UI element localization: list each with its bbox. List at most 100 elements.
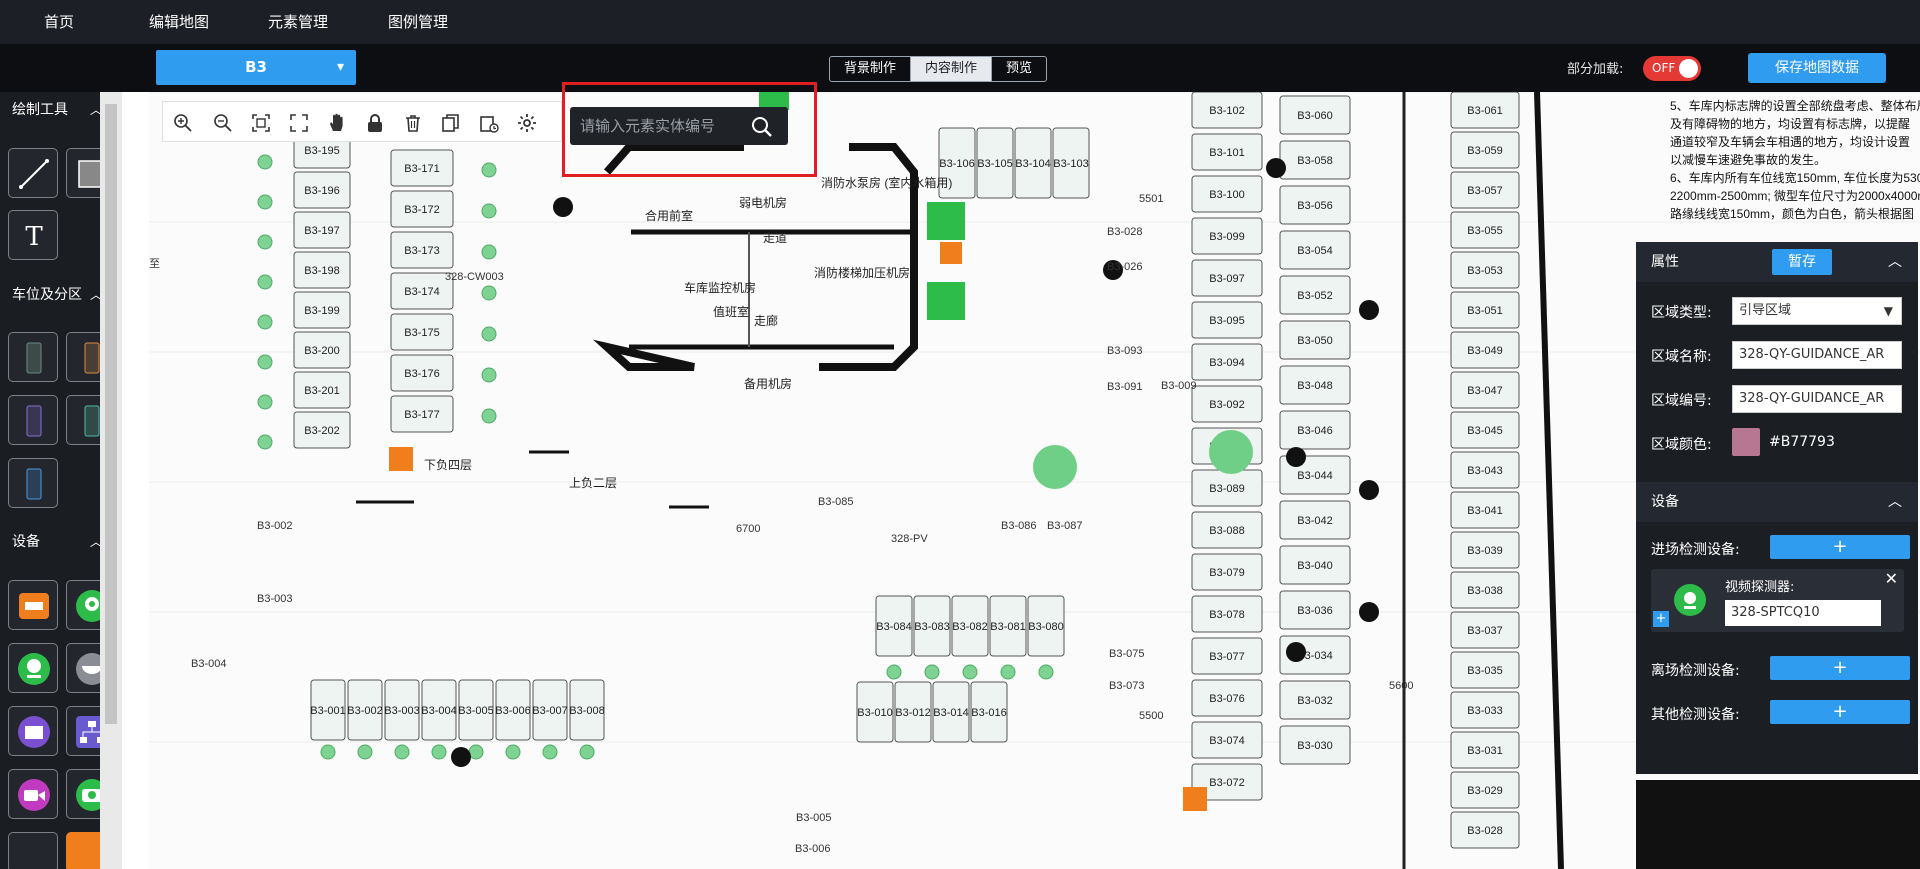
exit-sign-icon — [927, 282, 965, 320]
region-color-label: 区域颜色: — [1651, 437, 1712, 453]
add-entry-device-button[interactable]: + — [1770, 535, 1910, 559]
parking-space-label: B3-080 — [1028, 621, 1063, 633]
parking-space-label: B3-008 — [569, 705, 604, 717]
room-label: 走道 — [763, 231, 787, 245]
parking-space-label: B3-195 — [304, 145, 339, 157]
sensor-icon — [257, 194, 273, 210]
nav-legend-manage[interactable]: 图例管理 — [388, 0, 448, 44]
sidebar-scrollbar[interactable] — [100, 92, 122, 869]
parking-space-label: B3-028 — [1467, 825, 1502, 837]
map-text: B3-009 — [1161, 380, 1196, 392]
map-note-line: 通道较窄及车辆会车相遇的地方，均设计设置 — [1670, 134, 1910, 149]
parking-space-label: B3-055 — [1467, 225, 1502, 237]
line-tool-icon[interactable] — [8, 148, 58, 198]
parking-space-label: B3-053 — [1467, 265, 1502, 277]
region-name-label: 区域名称: — [1651, 349, 1712, 365]
delete-icon[interactable] — [403, 113, 423, 133]
room-label: 合用前室 — [645, 208, 693, 223]
close-icon[interactable]: ✕ — [1885, 569, 1898, 588]
video-detector-icon[interactable] — [8, 643, 58, 693]
map-text: B3-091 — [1107, 381, 1142, 393]
parking-space-label: B3-200 — [304, 345, 339, 357]
room-label: 值班室 — [713, 304, 749, 319]
lock-icon[interactable] — [365, 113, 385, 133]
tab-content[interactable]: 内容制作 — [911, 57, 993, 81]
zoom-in-icon[interactable] — [173, 113, 193, 133]
add-exit-device-button[interactable]: + — [1770, 656, 1910, 680]
scrollbar-thumb[interactable] — [105, 104, 117, 724]
parking-space-label: B3-007 — [532, 705, 567, 717]
sensor-icon — [1038, 664, 1054, 680]
sensor-icon — [924, 664, 940, 680]
video-camera-icon[interactable] — [8, 769, 58, 819]
video-detector-icon — [1674, 584, 1706, 616]
map-text: B3-005 — [796, 812, 831, 824]
top-nav-bar: 首页 编辑地图 元素管理 图例管理 — [0, 0, 1920, 44]
parking-space-label: B3-174 — [404, 286, 439, 298]
tab-preview[interactable]: 预览 — [992, 57, 1046, 81]
settings-icon[interactable] — [517, 113, 537, 133]
sensor-icon — [1000, 664, 1016, 680]
parking-space-purple-icon[interactable] — [8, 395, 58, 445]
parking-space-label: B3-051 — [1467, 305, 1502, 317]
map-tool-bar — [162, 101, 562, 142]
nav-element-manage[interactable]: 元素管理 — [268, 0, 328, 44]
region-name-input[interactable]: 328-QY-GUIDANCE_AR — [1732, 341, 1902, 369]
room-label: 消防水泵房 (室内水箱用) — [821, 175, 952, 190]
parking-space-label: B3-039 — [1467, 545, 1502, 557]
region-code-input[interactable]: 328-QY-GUIDANCE_AR — [1732, 385, 1902, 413]
room-label: 走廊 — [754, 313, 778, 328]
display-device-icon[interactable] — [8, 580, 58, 630]
region-color-swatch[interactable] — [1732, 428, 1760, 456]
sensor-icon — [394, 744, 410, 760]
sensor-icon — [257, 274, 273, 290]
parking-space-label: B3-040 — [1297, 560, 1332, 572]
temp-save-button[interactable]: 暂存 — [1772, 249, 1832, 275]
region-type-select[interactable]: 引导区域 ▼ — [1732, 297, 1902, 325]
copy-icon[interactable] — [441, 113, 461, 133]
partial-load-toggle[interactable]: OFF — [1643, 56, 1701, 81]
tab-background[interactable]: 背景制作 — [830, 57, 912, 81]
fit-icon[interactable] — [251, 113, 271, 133]
save-map-button[interactable]: 保存地图数据 — [1748, 53, 1886, 83]
fullscreen-icon[interactable] — [289, 113, 309, 133]
more-device-icon[interactable] — [8, 832, 58, 869]
properties-header[interactable]: 属性 暂存 ︿ — [1636, 242, 1918, 282]
parking-space-gray-icon[interactable] — [8, 332, 58, 382]
parking-space-label: B3-032 — [1297, 695, 1332, 707]
map-text: B3-004 — [191, 658, 226, 670]
sidebar-section-title: 设备 — [12, 534, 40, 550]
device-card-input[interactable]: 328-SPTCQ10 — [1725, 600, 1881, 626]
screen-device-icon[interactable] — [8, 706, 58, 756]
zoom-out-icon[interactable] — [213, 113, 233, 133]
parking-space-label: B3-099 — [1209, 231, 1244, 243]
map-text: B3-075 — [1109, 648, 1144, 660]
parking-space-label: B3-076 — [1209, 693, 1244, 705]
toggle-label: OFF — [1652, 61, 1676, 75]
svg-text:T: T — [25, 222, 43, 252]
sensor-icon — [481, 408, 497, 424]
add-device-icon[interactable]: + — [1653, 611, 1669, 627]
parking-space-label: B3-104 — [1015, 158, 1050, 170]
sensor-icon — [481, 326, 497, 342]
pan-icon[interactable] — [327, 113, 347, 133]
parking-space-label: B3-072 — [1209, 777, 1244, 789]
parking-space-label: B3-044 — [1297, 470, 1332, 482]
sensor-icon — [542, 744, 558, 760]
text-tool-icon[interactable]: T — [8, 210, 58, 260]
nav-edit-map[interactable]: 编辑地图 — [149, 0, 209, 44]
parking-space-label: B3-043 — [1467, 465, 1502, 477]
device-header[interactable]: 设备 ︿ — [1636, 482, 1918, 522]
map-text: 至 — [149, 258, 160, 270]
add-other-device-button[interactable]: + — [1770, 700, 1910, 724]
parking-space-label: B3-172 — [404, 204, 439, 216]
nav-home[interactable]: 首页 — [44, 0, 74, 44]
parking-space-label: B3-057 — [1467, 185, 1502, 197]
sensor-icon — [481, 367, 497, 383]
parking-space-label: B3-097 — [1209, 273, 1244, 285]
sensor-icon — [579, 744, 595, 760]
parking-space-blue-icon[interactable] — [8, 458, 58, 508]
floor-select[interactable]: B3 ▾ — [156, 50, 356, 85]
paste-icon[interactable] — [479, 113, 499, 133]
parking-space-label: B3-102 — [1209, 105, 1244, 117]
